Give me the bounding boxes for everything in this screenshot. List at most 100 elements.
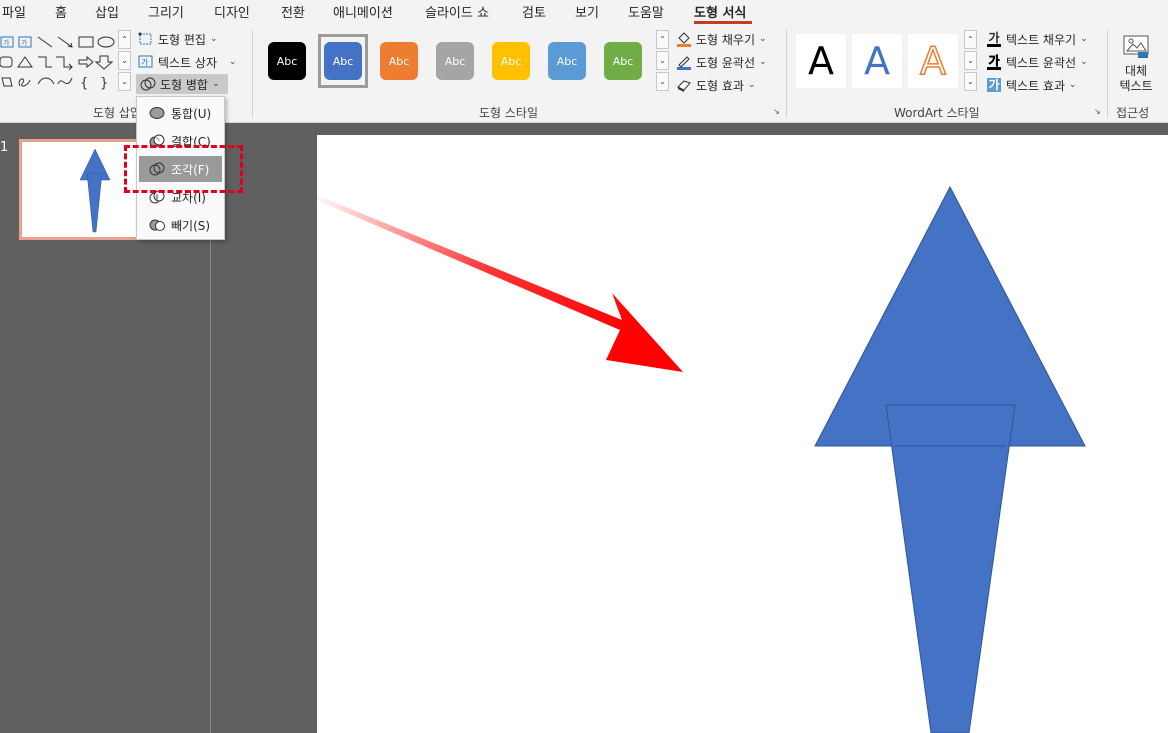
group-separator: [252, 30, 253, 118]
alt-text-label-1: 대체: [1124, 64, 1148, 78]
shape-effects-label: 도형 효과: [696, 78, 744, 93]
styles-scroll-down[interactable]: ⌄: [656, 51, 669, 70]
menu-item-label: 빼기(S): [171, 218, 211, 233]
chevron-down-icon: ⌄: [1069, 80, 1077, 90]
wordart-more[interactable]: ⌄: [964, 72, 977, 91]
tab-5[interactable]: 디자인: [214, 2, 250, 21]
shape-outline-label: 도형 윤곽선: [696, 55, 756, 70]
wordart-scroll-up[interactable]: ⌃: [964, 30, 977, 49]
text-fill-button[interactable]: 가 텍스트 채우기 ⌄: [986, 29, 1088, 49]
text-outline-icon: 가: [986, 54, 1002, 70]
dialog-launcher-icon[interactable]: ↘: [1094, 108, 1103, 117]
text-outline-glyph: 가: [988, 53, 1000, 68]
shape-style-swatch[interactable]: Abc: [262, 34, 312, 88]
shape-fill-button[interactable]: 도형 채우기 ⌄: [676, 29, 767, 49]
wordart-style-orange-outline[interactable]: A: [908, 34, 958, 88]
text-outline-label: 텍스트 윤곽선: [1006, 55, 1077, 70]
chevron-down-icon: ⌄: [759, 34, 767, 44]
shapes-gallery[interactable]: 가 가 { }: [0, 34, 118, 94]
svg-text:{: {: [80, 76, 88, 91]
tab-1[interactable]: 파일: [2, 2, 26, 21]
shape-style-swatch-label: Abc: [324, 42, 362, 80]
shapes-scroll-up[interactable]: ⌃: [118, 30, 131, 49]
alt-text-label-2: 텍스트: [1119, 79, 1153, 93]
shape-style-swatch[interactable]: Abc: [598, 34, 648, 88]
wordart-letter: A: [919, 38, 947, 84]
group-separator: [1107, 30, 1108, 118]
menu-tab-bar: 파일 홈 삽입 그리기 디자인 전환 애니메이션 슬라이드 쇼 검토 보기 도움말 도형 서식: [0, 0, 1168, 24]
svg-text:가: 가: [3, 38, 10, 47]
tab-2[interactable]: 홈: [55, 2, 67, 21]
text-effects-button[interactable]: 가 텍스트 효과 ⌄: [986, 75, 1077, 95]
chevron-down-icon: ⌄: [1080, 34, 1088, 44]
shape-style-swatch-label: Abc: [492, 42, 530, 80]
tab-4[interactable]: 그리기: [148, 2, 184, 21]
tab-10[interactable]: 보기: [575, 2, 599, 21]
shape-style-swatch-label: Abc: [380, 42, 418, 80]
insert-shapes-group-label: 도형 삽입: [93, 106, 141, 120]
styles-more[interactable]: ⌄: [656, 72, 669, 91]
shape-effects-button[interactable]: 도형 효과 ⌄: [676, 75, 756, 95]
merge-shapes-icon: [140, 76, 156, 92]
text-effects-glyph: 가: [987, 78, 1001, 92]
text-box-label: 텍스트 상자: [158, 55, 218, 70]
shape-style-swatch-label: Abc: [436, 42, 474, 80]
text-outline-button[interactable]: 가 텍스트 윤곽선 ⌄: [986, 52, 1088, 72]
merge-shapes-button[interactable]: 도형 병합 ⌄: [136, 74, 228, 94]
text-fill-glyph: 가: [988, 30, 1000, 45]
highlight-callout-box: [124, 145, 243, 193]
text-fill-label: 텍스트 채우기: [1006, 32, 1077, 47]
pen-outline-icon: [676, 54, 692, 70]
tab-9[interactable]: 검토: [522, 2, 546, 21]
shape-style-swatch[interactable]: Abc: [318, 34, 368, 88]
shape-style-swatch[interactable]: Abc: [430, 34, 480, 88]
edit-shape-button[interactable]: 도형 편집 ⌄: [138, 29, 218, 49]
group-separator: [786, 30, 787, 118]
alt-text-button[interactable]: 대체 텍스트: [1116, 34, 1156, 94]
styles-scroll-up[interactable]: ⌃: [656, 30, 669, 49]
shape-outline-button[interactable]: 도형 윤곽선 ⌄: [676, 52, 767, 72]
slide-canvas[interactable]: [317, 135, 1168, 733]
shape-style-swatch-label: Abc: [548, 42, 586, 80]
menu-item-subtract[interactable]: 빼기(S): [139, 212, 222, 238]
menu-item-union[interactable]: 통합(U): [139, 100, 222, 126]
dialog-launcher-icon[interactable]: ↘: [773, 108, 782, 117]
tab-8[interactable]: 슬라이드 쇼: [425, 2, 489, 21]
shapes-more[interactable]: ⌄: [118, 72, 131, 91]
svg-text:가: 가: [141, 58, 149, 67]
shape-style-gallery[interactable]: Abc Abc Abc Abc Abc Abc Abc: [262, 34, 654, 90]
text-box-icon: 가: [138, 54, 154, 70]
shape-style-swatch[interactable]: Abc: [542, 34, 592, 88]
paint-bucket-icon: [676, 31, 692, 47]
shape-style-swatch[interactable]: Abc: [374, 34, 424, 88]
chevron-down-icon: ⌄: [209, 34, 218, 44]
text-box-button[interactable]: 가 텍스트 상자 ⌄: [138, 52, 237, 72]
tab-12[interactable]: 도형 서식: [694, 2, 746, 21]
wordart-letter: A: [864, 39, 890, 83]
trapezoid-shape: [885, 404, 1016, 733]
text-fill-icon: 가: [986, 31, 1002, 47]
slide-shapes: [814, 185, 1086, 733]
tab-11[interactable]: 도움말: [628, 2, 664, 21]
tab-6[interactable]: 전환: [281, 2, 305, 21]
tab-7[interactable]: 애니메이션: [333, 2, 393, 21]
menu-item-label: 통합(U): [171, 106, 212, 121]
chevron-down-icon: ⌄: [1080, 57, 1088, 67]
wordart-scroll-down[interactable]: ⌄: [964, 51, 977, 70]
alt-text-icon: [1123, 35, 1149, 58]
slide-number: 1: [0, 140, 9, 155]
tab-3[interactable]: 삽입: [95, 2, 119, 21]
shape-style-swatch[interactable]: Abc: [486, 34, 536, 88]
shapes-scroll-down[interactable]: ⌄: [118, 51, 131, 70]
union-icon: [149, 105, 165, 121]
shape-style-swatch-label: Abc: [268, 42, 306, 80]
wordart-style-black[interactable]: A: [796, 34, 846, 88]
svg-text:}: }: [100, 76, 108, 91]
shape-style-swatch-label: Abc: [604, 42, 642, 80]
wordart-style-blue[interactable]: A: [852, 34, 902, 88]
chevron-down-icon: ⌄: [759, 57, 767, 67]
wordart-gallery[interactable]: A A A: [796, 34, 964, 90]
wordart-group-label: WordArt 스타일: [894, 106, 980, 120]
chevron-down-icon: ⌄: [747, 80, 756, 90]
chevron-down-icon: ⌄: [229, 57, 237, 67]
